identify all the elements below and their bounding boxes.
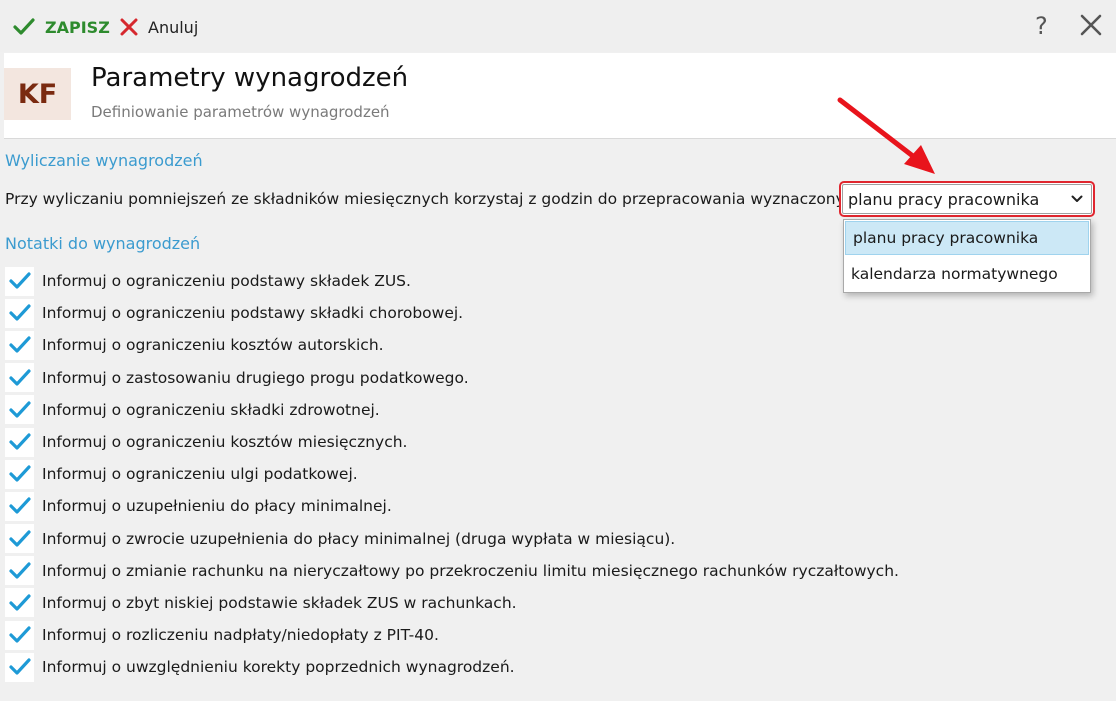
hours-source-select[interactable]: planu pracy pracownika (839, 181, 1095, 217)
notes-checklist-row: Informuj o zbyt niskiej podstawie składe… (5, 587, 899, 619)
notes-checkbox[interactable] (5, 298, 34, 328)
notes-checklist-row: Informuj o ograniczeniu składki zdrowotn… (5, 394, 899, 426)
chevron-down-icon (1071, 195, 1083, 202)
notes-checkbox[interactable] (5, 330, 34, 360)
notes-checkbox[interactable] (5, 266, 34, 296)
notes-checkbox[interactable] (5, 427, 34, 457)
notes-checklist-row: Informuj o uzupełnieniu do płacy minimal… (5, 490, 899, 522)
notes-checkbox[interactable] (5, 491, 34, 521)
notes-checkbox-label: Informuj o ograniczeniu podstawy składki… (42, 304, 464, 323)
notes-checklist-row: Informuj o ograniczeniu podstawy składek… (5, 265, 899, 297)
page-title: Parametry wynagrodzeń (91, 63, 409, 93)
notes-checklist-row: Informuj o ograniczeniu kosztów autorski… (5, 329, 899, 361)
notes-checkbox-label: Informuj o zbyt niskiej podstawie składe… (42, 593, 517, 612)
toolbar: ZAPISZ Anuluj ? (0, 0, 1116, 52)
notes-checkbox[interactable] (5, 588, 34, 618)
save-button[interactable]: ZAPISZ (13, 14, 110, 40)
notes-checkbox-label: Informuj o zastosowaniu drugiego progu p… (42, 368, 469, 387)
checkmark-icon (8, 562, 31, 579)
notes-checkbox-label: Informuj o ograniczeniu składki zdrowotn… (42, 400, 380, 419)
checkmark-icon (8, 369, 31, 386)
option-employee-plan[interactable]: planu pracy pracownika (845, 221, 1089, 255)
notes-checkbox-label: Informuj o uwzględnieniu korekty poprzed… (42, 658, 515, 677)
checkmark-icon (8, 626, 31, 643)
checkmark-icon (8, 304, 31, 321)
notes-checklist-row: Informuj o uwzględnieniu korekty poprzed… (5, 651, 899, 683)
notes-checklist-row: Informuj o zmianie rachunku na nieryczał… (5, 555, 899, 587)
notes-checkbox[interactable] (5, 620, 34, 650)
notes-checkbox[interactable] (5, 524, 34, 554)
save-button-label: ZAPISZ (45, 17, 110, 37)
checkmark-icon (8, 529, 31, 547)
notes-checkbox-label: Informuj o ograniczeniu podstawy składek… (42, 272, 411, 291)
notes-checkbox-label: Informuj o rozliczeniu nadpłaty/niedopła… (42, 626, 439, 645)
cancel-button[interactable]: Anuluj (120, 14, 198, 40)
notes-checkbox[interactable] (5, 363, 34, 393)
checkmark-icon (8, 336, 31, 354)
notes-checklist-row: Informuj o zastosowaniu drugiego progu p… (5, 362, 899, 394)
checkmark-icon (8, 497, 31, 515)
checkmark-icon (8, 658, 31, 675)
page-header: KF Parametry wynagrodzeń Definiowanie pa… (4, 53, 1116, 139)
hours-source-select-field[interactable]: planu pracy pracownika (842, 184, 1092, 214)
notes-checklist-row: Informuj o ograniczeniu podstawy składki… (5, 297, 899, 329)
cancel-x-icon (120, 18, 138, 36)
notes-checkbox[interactable] (5, 652, 34, 682)
checkmark-icon (8, 465, 31, 482)
notes-checkbox-label: Informuj o uzupełnieniu do płacy minimal… (42, 497, 392, 516)
notes-checklist-row: Informuj o rozliczeniu nadpłaty/niedopła… (5, 619, 899, 651)
notes-checkbox[interactable] (5, 395, 34, 425)
notes-checkbox-label: Informuj o ograniczeniu kosztów autorski… (42, 336, 384, 355)
notes-checkbox[interactable] (5, 459, 34, 489)
hours-source-label: Przy wyliczaniu pomniejszeń ze składnikó… (5, 190, 882, 208)
notes-checkbox-label: Informuj o ograniczeniu ulgi podatkowej. (42, 465, 358, 484)
notes-checkbox-label: Informuj o ograniczeniu kosztów miesięcz… (42, 433, 408, 452)
module-logo: KF (4, 68, 71, 120)
notes-checkbox[interactable] (5, 556, 34, 586)
section-title-calculation: Wyliczanie wynagrodzeń (5, 151, 203, 170)
page-subtitle: Definiowanie parametrów wynagrodzeń (91, 103, 390, 121)
checkmark-icon (8, 433, 31, 450)
notes-checklist-row: Informuj o ograniczeniu ulgi podatkowej. (5, 458, 899, 490)
notes-checkbox-label: Informuj o zmianie rachunku na nieryczał… (42, 561, 899, 580)
checkmark-icon (8, 272, 31, 289)
cancel-button-label: Anuluj (148, 17, 199, 37)
checkmark-icon (8, 401, 31, 418)
section-title-notes: Notatki do wynagrodzeń (5, 234, 201, 253)
checkmark-icon (13, 18, 35, 35)
close-icon (1080, 14, 1102, 36)
select-value: planu pracy pracownika (848, 189, 1040, 209)
notes-checklist: Informuj o ograniczeniu podstawy składek… (5, 265, 899, 683)
close-button[interactable] (1080, 14, 1102, 40)
help-button[interactable]: ? (1035, 12, 1048, 40)
notes-checklist-row: Informuj o zwrocie uzupełnienia do płacy… (5, 523, 899, 555)
notes-checklist-row: Informuj o ograniczeniu kosztów miesięcz… (5, 426, 899, 458)
checkmark-icon (8, 594, 31, 611)
notes-checkbox-label: Informuj o zwrocie uzupełnienia do płacy… (42, 529, 676, 548)
